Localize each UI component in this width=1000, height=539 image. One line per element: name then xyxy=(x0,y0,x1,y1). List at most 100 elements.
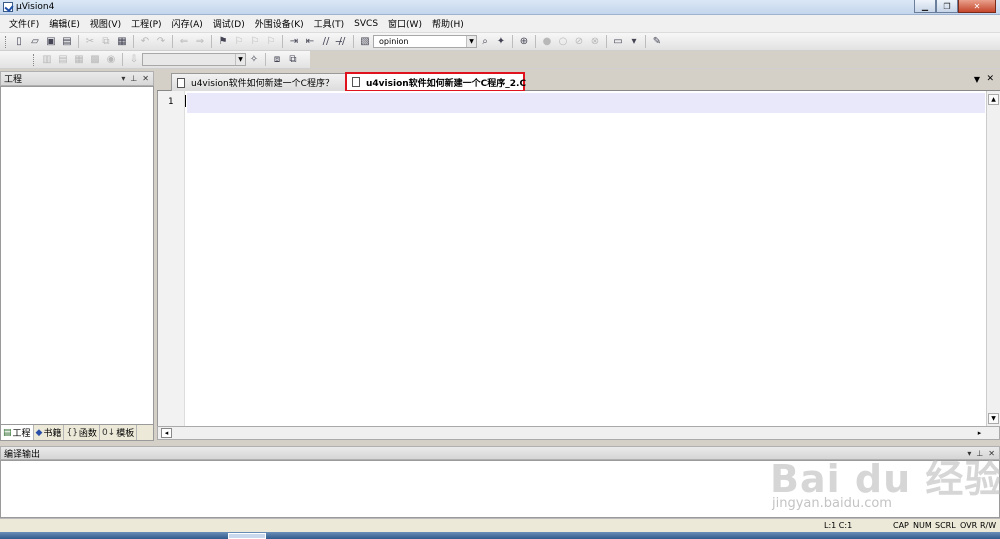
toolbar-separator xyxy=(645,35,646,48)
horizontal-scrollbar[interactable]: ◂ ▸ xyxy=(157,426,1000,440)
tab-templates[interactable]: 0↓ 模板 xyxy=(100,425,138,440)
bookmark-prev-icon[interactable]: ⚐ xyxy=(232,35,246,49)
tab-project[interactable]: ▤ 工程 xyxy=(1,425,34,440)
save-all-icon[interactable]: ▤ xyxy=(60,35,74,49)
target-select[interactable]: ▼ xyxy=(142,53,246,66)
toolbar-separator xyxy=(265,53,266,66)
menu-tools[interactable]: 工具(T) xyxy=(309,17,350,30)
copy-icon[interactable]: ⧉ xyxy=(99,35,113,49)
cursor-position: L:1 C:1 xyxy=(824,521,853,530)
menu-peripherals[interactable]: 外围设备(K) xyxy=(250,17,309,30)
editor-tab-2-active[interactable]: u4vision软件如何新建一个C程序_2.C xyxy=(345,72,526,92)
chevron-down-icon[interactable]: ▾ xyxy=(627,35,641,49)
toolbar-separator xyxy=(512,35,513,48)
tab-functions[interactable]: {} 函数 xyxy=(64,425,100,440)
toolbar-grip[interactable] xyxy=(5,35,8,48)
bookmark-next-icon[interactable]: ⚐ xyxy=(248,35,262,49)
comment-icon[interactable]: // xyxy=(319,35,333,49)
books-icon: ◆ xyxy=(35,427,43,438)
chevron-down-icon[interactable]: ▾ xyxy=(121,74,125,83)
save-icon[interactable]: ▣ xyxy=(44,35,58,49)
vertical-scrollbar[interactable]: ▲ ▼ xyxy=(986,91,1000,426)
menu-help[interactable]: 帮助(H) xyxy=(427,17,469,30)
current-line-highlight xyxy=(187,93,985,113)
maximize-button[interactable]: ❐ xyxy=(936,0,958,13)
uncomment-icon[interactable]: /̶/ xyxy=(335,35,349,49)
project-tree[interactable] xyxy=(0,86,154,425)
find-icon[interactable]: ⌕ xyxy=(478,35,492,49)
cut-icon[interactable]: ✂ xyxy=(83,35,97,49)
manage-components-icon[interactable]: ⧉ xyxy=(286,53,300,67)
new-file-icon[interactable]: ▯ xyxy=(12,35,26,49)
chevron-down-icon[interactable]: ▾ xyxy=(967,449,971,458)
scroll-left-icon[interactable]: ◂ xyxy=(161,428,172,438)
download-icon[interactable]: ⇩ xyxy=(127,53,141,67)
code-editor[interactable]: 1 ▲ ▼ xyxy=(157,91,1000,426)
redo-icon[interactable]: ↷ xyxy=(154,35,168,49)
minimize-button[interactable]: ▁ xyxy=(914,0,936,13)
toolbar-grip[interactable] xyxy=(33,53,36,66)
toolbar-separator xyxy=(78,35,79,48)
menu-svcs[interactable]: SVCS xyxy=(349,19,383,29)
target-options-icon[interactable]: ✧ xyxy=(247,53,261,67)
toolbar-separator xyxy=(172,35,173,48)
find-combo[interactable]: opinion ▼ xyxy=(373,35,477,48)
breakpoint-disable-all-icon[interactable]: ⊘ xyxy=(572,35,586,49)
menu-file[interactable]: 文件(F) xyxy=(4,17,44,30)
build-output[interactable] xyxy=(0,460,1000,518)
indent-icon[interactable]: ⇥ xyxy=(287,35,301,49)
pin-icon[interactable]: ⊥ xyxy=(976,449,983,458)
unindent-icon[interactable]: ⇤ xyxy=(303,35,317,49)
debug-session-icon[interactable]: ⊕ xyxy=(517,35,531,49)
menu-flash[interactable]: 闪存(A) xyxy=(167,17,208,30)
chevron-down-icon[interactable]: ▼ xyxy=(235,54,245,65)
pin-icon[interactable]: ⊥ xyxy=(130,74,137,83)
breakpoint-kill-all-icon[interactable]: ⊗ xyxy=(588,35,602,49)
menu-debug[interactable]: 调试(D) xyxy=(208,17,250,30)
scroll-right-icon[interactable]: ▸ xyxy=(974,428,985,438)
editor-tab-bar: u4vision软件如何新建一个C程序？ u4vision软件如何新建一个C程序… xyxy=(157,71,1000,92)
taskbar-app-button[interactable] xyxy=(228,533,266,539)
bookmark-clear-icon[interactable]: ⚐ xyxy=(264,35,278,49)
menu-edit[interactable]: 编辑(E) xyxy=(44,17,85,30)
find-in-files-icon[interactable]: ▧ xyxy=(358,35,372,49)
navigate-back-icon[interactable]: ⇐ xyxy=(177,35,191,49)
rebuild-icon[interactable]: ▦ xyxy=(72,53,86,67)
chevron-down-icon[interactable]: ▼ xyxy=(974,75,980,84)
window-layout-icon[interactable]: ▭ xyxy=(611,35,625,49)
close-button[interactable]: ✕ xyxy=(958,0,996,13)
line-number-gutter: 1 xyxy=(158,91,185,426)
menu-bar: 文件(F) 编辑(E) 视图(V) 工程(P) 闪存(A) 调试(D) 外围设备… xyxy=(0,15,1000,33)
close-icon[interactable]: ✕ xyxy=(986,74,994,84)
close-icon[interactable]: ✕ xyxy=(142,74,149,83)
breakpoint-enable-icon[interactable]: ○ xyxy=(556,35,570,49)
scroll-up-icon[interactable]: ▲ xyxy=(988,94,999,105)
editor-tab-1[interactable]: u4vision软件如何新建一个C程序？ xyxy=(171,73,347,91)
undo-icon[interactable]: ↶ xyxy=(138,35,152,49)
title-bar: µVision4 ▁ ❐ ✕ xyxy=(0,0,1000,15)
bookmark-toggle-icon[interactable]: ⚑ xyxy=(216,35,230,49)
menu-window[interactable]: 窗口(W) xyxy=(383,17,427,30)
configure-wrench-icon[interactable]: ✎ xyxy=(650,35,664,49)
window-controls: ▁ ❐ ✕ xyxy=(914,0,996,13)
tab-books-label: 书籍 xyxy=(43,429,62,439)
open-folder-icon[interactable]: ▱ xyxy=(28,35,42,49)
stop-build-icon[interactable]: ◉ xyxy=(104,53,118,67)
close-icon[interactable]: ✕ xyxy=(988,449,995,458)
file-extensions-icon[interactable]: ⧈ xyxy=(270,53,284,67)
navigate-forward-icon[interactable]: ⇒ xyxy=(193,35,207,49)
menu-view[interactable]: 视图(V) xyxy=(85,17,126,30)
scroll-down-icon[interactable]: ▼ xyxy=(988,413,999,424)
translate-icon[interactable]: ▥ xyxy=(40,53,54,67)
status-num: NUM xyxy=(913,521,932,530)
incremental-find-icon[interactable]: ✦ xyxy=(494,35,508,49)
build-icon[interactable]: ▤ xyxy=(56,53,70,67)
chevron-down-icon[interactable]: ▼ xyxy=(466,36,476,47)
toolbar-separator xyxy=(535,35,536,48)
tab-books[interactable]: ◆ 书籍 xyxy=(34,425,65,440)
toolbar-separator xyxy=(133,35,134,48)
batch-build-icon[interactable]: ▩ xyxy=(88,53,102,67)
paste-icon[interactable]: ▦ xyxy=(115,35,129,49)
menu-project[interactable]: 工程(P) xyxy=(126,17,166,30)
breakpoint-insert-icon[interactable]: ● xyxy=(540,35,554,49)
